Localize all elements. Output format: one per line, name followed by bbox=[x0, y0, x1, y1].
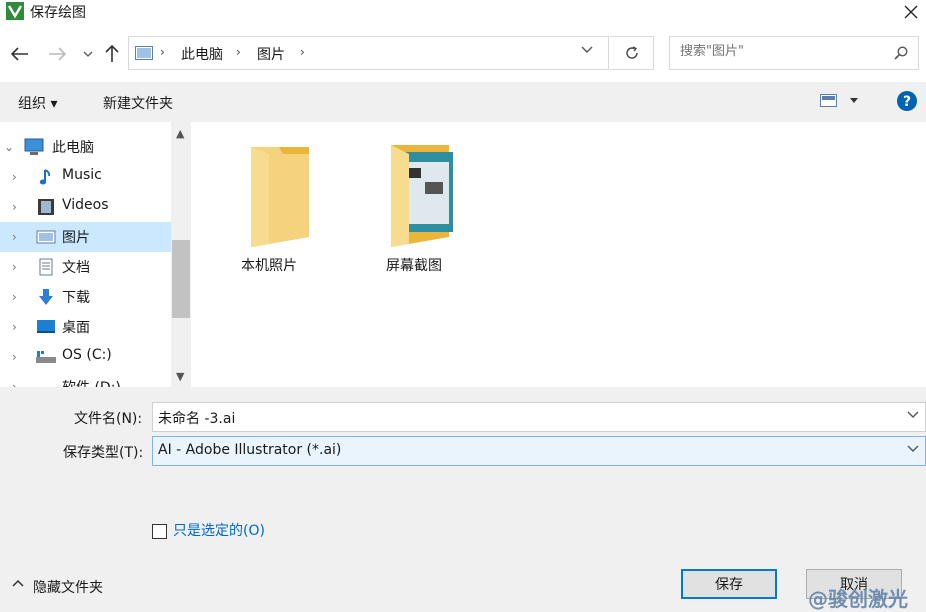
chevron-right-icon[interactable]: › bbox=[12, 290, 17, 304]
watermark-text: @骏创激光 bbox=[808, 587, 908, 611]
close-icon bbox=[904, 5, 918, 19]
breadcrumb-separator: › bbox=[300, 45, 305, 59]
breadcrumb-this-pc[interactable]: 此电脑 bbox=[181, 44, 223, 64]
chevron-right-icon[interactable]: › bbox=[12, 350, 17, 364]
title-bar: 保存绘图 bbox=[0, 0, 926, 26]
filetype-value: AI - Adobe Illustrator (*.ai) bbox=[158, 442, 342, 458]
nav-item-desktop[interactable]: › 桌面 bbox=[0, 312, 172, 342]
chevron-right-icon[interactable]: › bbox=[12, 320, 17, 334]
chevron-right-icon[interactable]: › bbox=[12, 170, 17, 184]
nav-item-downloads[interactable]: › 下载 bbox=[0, 282, 172, 312]
filename-value[interactable]: 未命名 -3.ai bbox=[158, 408, 235, 428]
drive-icon bbox=[36, 351, 56, 363]
breadcrumb-pictures[interactable]: 图片 bbox=[257, 44, 285, 64]
nav-item-drive-c[interactable]: › OS (C:) bbox=[0, 342, 172, 372]
folder-item[interactable]: 本机照片 bbox=[204, 142, 334, 282]
forward-button[interactable] bbox=[46, 43, 68, 65]
refresh-button[interactable] bbox=[610, 36, 654, 70]
computer-icon bbox=[24, 138, 44, 155]
hide-folders-button[interactable]: 隐藏文件夹 bbox=[33, 577, 103, 597]
nav-label: 文档 bbox=[62, 260, 90, 276]
pictures-icon bbox=[135, 46, 153, 60]
navigation-pane: ⌄ 此电脑 › Music › Videos › 图片 › 文档 › 下载 › … bbox=[0, 122, 172, 387]
address-row: › 此电脑 › 图片 › bbox=[0, 26, 926, 82]
folder-label: 屏幕截图 bbox=[386, 258, 442, 274]
nav-scrollbar[interactable]: ▲ ▼ bbox=[171, 122, 191, 387]
chevron-up-icon[interactable] bbox=[12, 579, 24, 587]
nav-item-documents[interactable]: › 文档 bbox=[0, 252, 172, 282]
organize-button[interactable]: 组织 ▾ bbox=[18, 93, 57, 113]
chevron-down-icon bbox=[83, 51, 93, 57]
chevron-right-icon[interactable]: › bbox=[12, 200, 17, 214]
window-title: 保存绘图 bbox=[30, 5, 86, 21]
chevron-right-icon[interactable]: › bbox=[12, 260, 17, 274]
chevron-right-icon[interactable]: › bbox=[12, 380, 17, 387]
breadcrumb-separator: › bbox=[236, 45, 241, 59]
scroll-thumb[interactable] bbox=[172, 240, 190, 318]
address-bar[interactable]: › 此电脑 › 图片 › bbox=[128, 36, 609, 70]
filename-label: 文件名(N): bbox=[74, 411, 143, 427]
screenshot-folder-icon bbox=[391, 145, 453, 247]
folder-icon bbox=[251, 147, 309, 247]
chevron-right-icon[interactable]: › bbox=[12, 230, 17, 244]
nav-item-this-pc[interactable]: ⌄ 此电脑 bbox=[0, 132, 172, 162]
chevron-down-icon[interactable] bbox=[907, 411, 919, 419]
search-icon[interactable] bbox=[894, 46, 908, 60]
view-options-button[interactable] bbox=[820, 94, 862, 112]
selected-only-label[interactable]: 只是选定的(O) bbox=[173, 520, 265, 540]
chevron-down-icon[interactable] bbox=[581, 46, 593, 54]
selected-only-checkbox[interactable] bbox=[152, 524, 167, 539]
arrow-left-icon bbox=[11, 47, 28, 61]
app-logo-icon bbox=[6, 2, 24, 20]
scroll-up-icon[interactable]: ▲ bbox=[176, 127, 184, 140]
desktop-icon bbox=[37, 320, 55, 333]
svg-text:?: ? bbox=[903, 94, 911, 110]
help-icon[interactable]: ? bbox=[897, 91, 917, 111]
recent-locations-button[interactable] bbox=[77, 43, 99, 65]
nav-label: 下载 bbox=[62, 290, 90, 306]
music-icon bbox=[39, 169, 51, 185]
view-icon bbox=[820, 94, 858, 107]
folder-item[interactable]: 屏幕截图 bbox=[349, 142, 479, 282]
nav-item-pictures[interactable]: › 图片 bbox=[0, 222, 172, 252]
file-list: 本机照片 屏幕截图 bbox=[191, 122, 926, 387]
nav-item-music[interactable]: › Music bbox=[0, 162, 172, 192]
scroll-down-icon[interactable]: ▼ bbox=[176, 370, 184, 383]
arrow-right-icon bbox=[49, 47, 66, 61]
close-button[interactable] bbox=[896, 0, 926, 24]
folder-label: 本机照片 bbox=[241, 258, 297, 274]
search-box[interactable] bbox=[669, 36, 919, 70]
nav-label: 图片 bbox=[62, 230, 90, 246]
command-toolbar: 组织 ▾ 新建文件夹 ? bbox=[0, 82, 926, 122]
video-icon bbox=[38, 199, 54, 215]
nav-label: Videos bbox=[62, 197, 109, 213]
nav-label: 此电脑 bbox=[52, 140, 94, 156]
filetype-label: 保存类型(T): bbox=[63, 445, 144, 461]
nav-label: 桌面 bbox=[62, 320, 90, 336]
chevron-down-icon[interactable] bbox=[907, 445, 919, 453]
download-icon bbox=[39, 289, 53, 305]
nav-label: OS (C:) bbox=[62, 347, 112, 363]
up-button[interactable] bbox=[101, 43, 123, 65]
nav-item-videos[interactable]: › Videos bbox=[0, 192, 172, 222]
back-button[interactable] bbox=[9, 43, 31, 65]
arrow-up-icon bbox=[105, 45, 119, 62]
save-options-panel: 文件名(N): 未命名 -3.ai 保存类型(T): AI - Adobe Il… bbox=[0, 387, 926, 612]
new-folder-button[interactable]: 新建文件夹 bbox=[103, 93, 173, 113]
chevron-down-icon[interactable]: ⌄ bbox=[4, 140, 14, 154]
nav-item-drive-d[interactable]: › 软件 (D:) bbox=[0, 372, 172, 387]
filename-field[interactable]: 未命名 -3.ai bbox=[152, 402, 926, 432]
save-button[interactable]: 保存 bbox=[681, 569, 777, 599]
refresh-icon bbox=[625, 46, 638, 59]
filetype-select[interactable]: AI - Adobe Illustrator (*.ai) bbox=[152, 436, 926, 466]
nav-label: Music bbox=[62, 167, 102, 183]
nav-label: 软件 (D:) bbox=[62, 377, 121, 387]
pictures-icon bbox=[36, 230, 56, 244]
drive-icon bbox=[36, 378, 56, 387]
document-icon bbox=[39, 258, 53, 276]
breadcrumb-separator: › bbox=[160, 45, 165, 59]
search-input[interactable] bbox=[680, 44, 880, 59]
